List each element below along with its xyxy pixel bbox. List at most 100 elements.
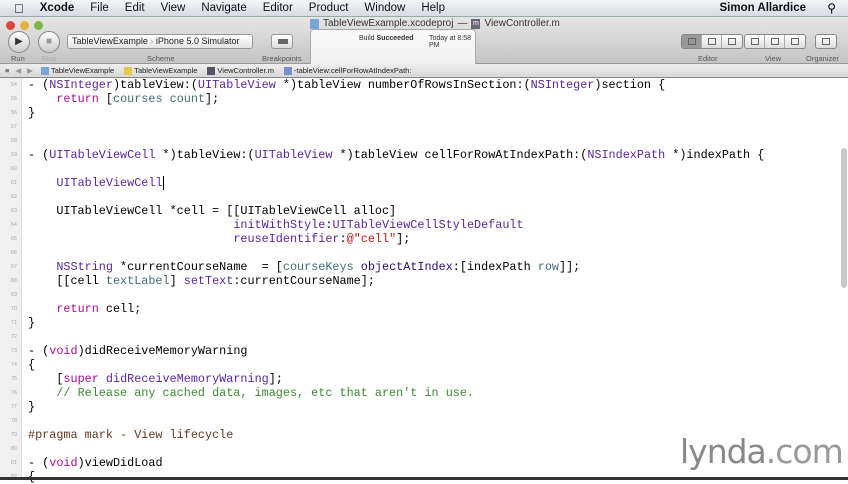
source-editor[interactable]: 54 55 56 57 58 59 60 61 62 63 64 65 66 67 68 69 70 71 72 73… <box>0 78 848 484</box>
code-token: UITableViewCellStyleDefault <box>332 218 524 232</box>
code-token: :currentCourseName]; <box>233 274 375 288</box>
scheme-selector[interactable]: TableViewExample › iPhone 5.0 Simulator <box>67 34 253 49</box>
code-token: } <box>28 316 36 330</box>
code-line: - (void)didReceiveMemoryWarning <box>28 344 247 358</box>
window-controls <box>6 21 43 30</box>
code-token: [[cell <box>28 274 106 288</box>
run-button[interactable]: ▶ <box>8 31 30 53</box>
code-token: )viewDidLoad <box>77 456 163 470</box>
code-token: - ( <box>28 344 50 358</box>
line-number: 72 <box>10 334 17 340</box>
code-token: return <box>56 302 99 316</box>
project-file-icon <box>310 18 319 29</box>
folder-icon <box>124 66 133 75</box>
code-token: *)indexPath { <box>665 148 765 162</box>
editor-label: Editor <box>698 54 718 63</box>
code-line: reuseIdentifier:@"cell"]; <box>28 232 410 246</box>
jump-method[interactable]: -tableView:cellForRowAtIndexPath: <box>283 66 411 75</box>
code-token: super <box>63 372 99 386</box>
code-token: reuseIdentifier <box>233 232 340 246</box>
vertical-scrollbar[interactable] <box>841 148 847 288</box>
jump-project[interactable]: TableViewExample <box>40 66 114 75</box>
play-icon: ▶ <box>15 36 23 47</box>
apple-icon[interactable]:  <box>0 1 32 16</box>
jump-group[interactable]: TableViewExample <box>124 66 197 75</box>
code-token: ]; <box>205 92 220 106</box>
code-line: NSString *currentCourseName = [courseKey… <box>28 260 580 274</box>
close-button[interactable] <box>6 21 15 30</box>
menu-editor[interactable]: Editor <box>255 2 301 14</box>
code-token: )section { <box>594 78 666 92</box>
navigator-toggle[interactable] <box>745 35 765 48</box>
code-token: ] <box>169 274 184 288</box>
current-file-name: ViewController.m <box>484 18 560 29</box>
menu-navigate[interactable]: Navigate <box>193 2 254 14</box>
breakpoint-icon <box>278 39 288 44</box>
line-number: 62 <box>10 194 17 200</box>
user-name[interactable]: Simon Allardice <box>712 2 815 14</box>
spotlight-search-icon[interactable]: ⚲ <box>827 1 836 15</box>
related-items-icon[interactable]: ≡ <box>5 66 9 75</box>
line-number: 58 <box>10 138 17 144</box>
back-icon[interactable]: ◀ <box>15 66 21 75</box>
line-number: 80 <box>10 446 17 452</box>
version-editor-button[interactable] <box>722 35 742 48</box>
line-number: 64 <box>10 222 17 228</box>
code-token: NSString <box>56 260 113 274</box>
line-number: 76 <box>10 390 17 396</box>
organizer-label: Organizer <box>806 54 839 63</box>
code-token: courseKeys <box>282 260 354 274</box>
code-token: )didReceiveMemoryWarning <box>77 344 248 358</box>
forward-icon[interactable]: ▶ <box>27 66 33 75</box>
menu-view[interactable]: View <box>153 2 194 14</box>
stop-label: Stop <box>41 54 57 63</box>
code-token: [ <box>28 372 64 386</box>
scheme-label: Scheme <box>147 54 175 63</box>
line-number: 57 <box>10 124 17 130</box>
organizer-button[interactable] <box>815 34 837 49</box>
utilities-toggle[interactable] <box>785 35 805 48</box>
line-number: 74 <box>10 362 17 368</box>
code-token: NSInteger <box>49 78 113 92</box>
code-token: - ( <box>28 148 50 162</box>
code-token: NSInteger <box>530 78 595 92</box>
code-token: } <box>28 400 36 414</box>
stop-button[interactable]: ■ <box>38 31 60 53</box>
line-number: 75 <box>10 376 17 382</box>
view-label: View <box>765 54 782 63</box>
code-token: :[indexPath <box>452 260 538 274</box>
jump-file[interactable]: ViewController.m <box>207 66 274 75</box>
menu-edit[interactable]: Edit <box>117 2 153 14</box>
line-number: 79 <box>10 432 17 438</box>
standard-editor-button[interactable] <box>682 35 702 48</box>
menu-window[interactable]: Window <box>356 2 413 14</box>
debug-area-toggle[interactable] <box>765 35 785 48</box>
line-number: 77 <box>10 404 17 410</box>
code-line: initWithStyle:UITableViewCellStyleDefaul… <box>28 218 524 232</box>
code-token: *)tableView:( <box>155 148 255 162</box>
code-token: @"cell" <box>346 232 397 246</box>
jump-bar: ≡ ◀ ▶ TableViewExample TableViewExample … <box>0 64 848 78</box>
menu-app[interactable]: Xcode <box>32 2 83 14</box>
code-token: - ( <box>28 78 50 92</box>
line-number: 68 <box>10 278 17 284</box>
assistant-editor-button[interactable] <box>702 35 722 48</box>
menu-product[interactable]: Product <box>301 2 357 14</box>
menu-file[interactable]: File <box>82 2 117 14</box>
code-line: { <box>28 358 35 372</box>
line-number: 67 <box>10 264 17 270</box>
code-token: } <box>28 106 36 120</box>
minimize-button[interactable] <box>20 21 29 30</box>
line-number: 56 <box>10 110 17 116</box>
code-token: ]; <box>268 372 283 386</box>
code-line: } <box>28 316 35 330</box>
code-token: courses <box>112 92 163 106</box>
zoom-button[interactable] <box>34 21 43 30</box>
menu-help[interactable]: Help <box>413 2 453 14</box>
breakpoints-button[interactable] <box>271 34 293 49</box>
line-number: 61 <box>10 180 17 186</box>
